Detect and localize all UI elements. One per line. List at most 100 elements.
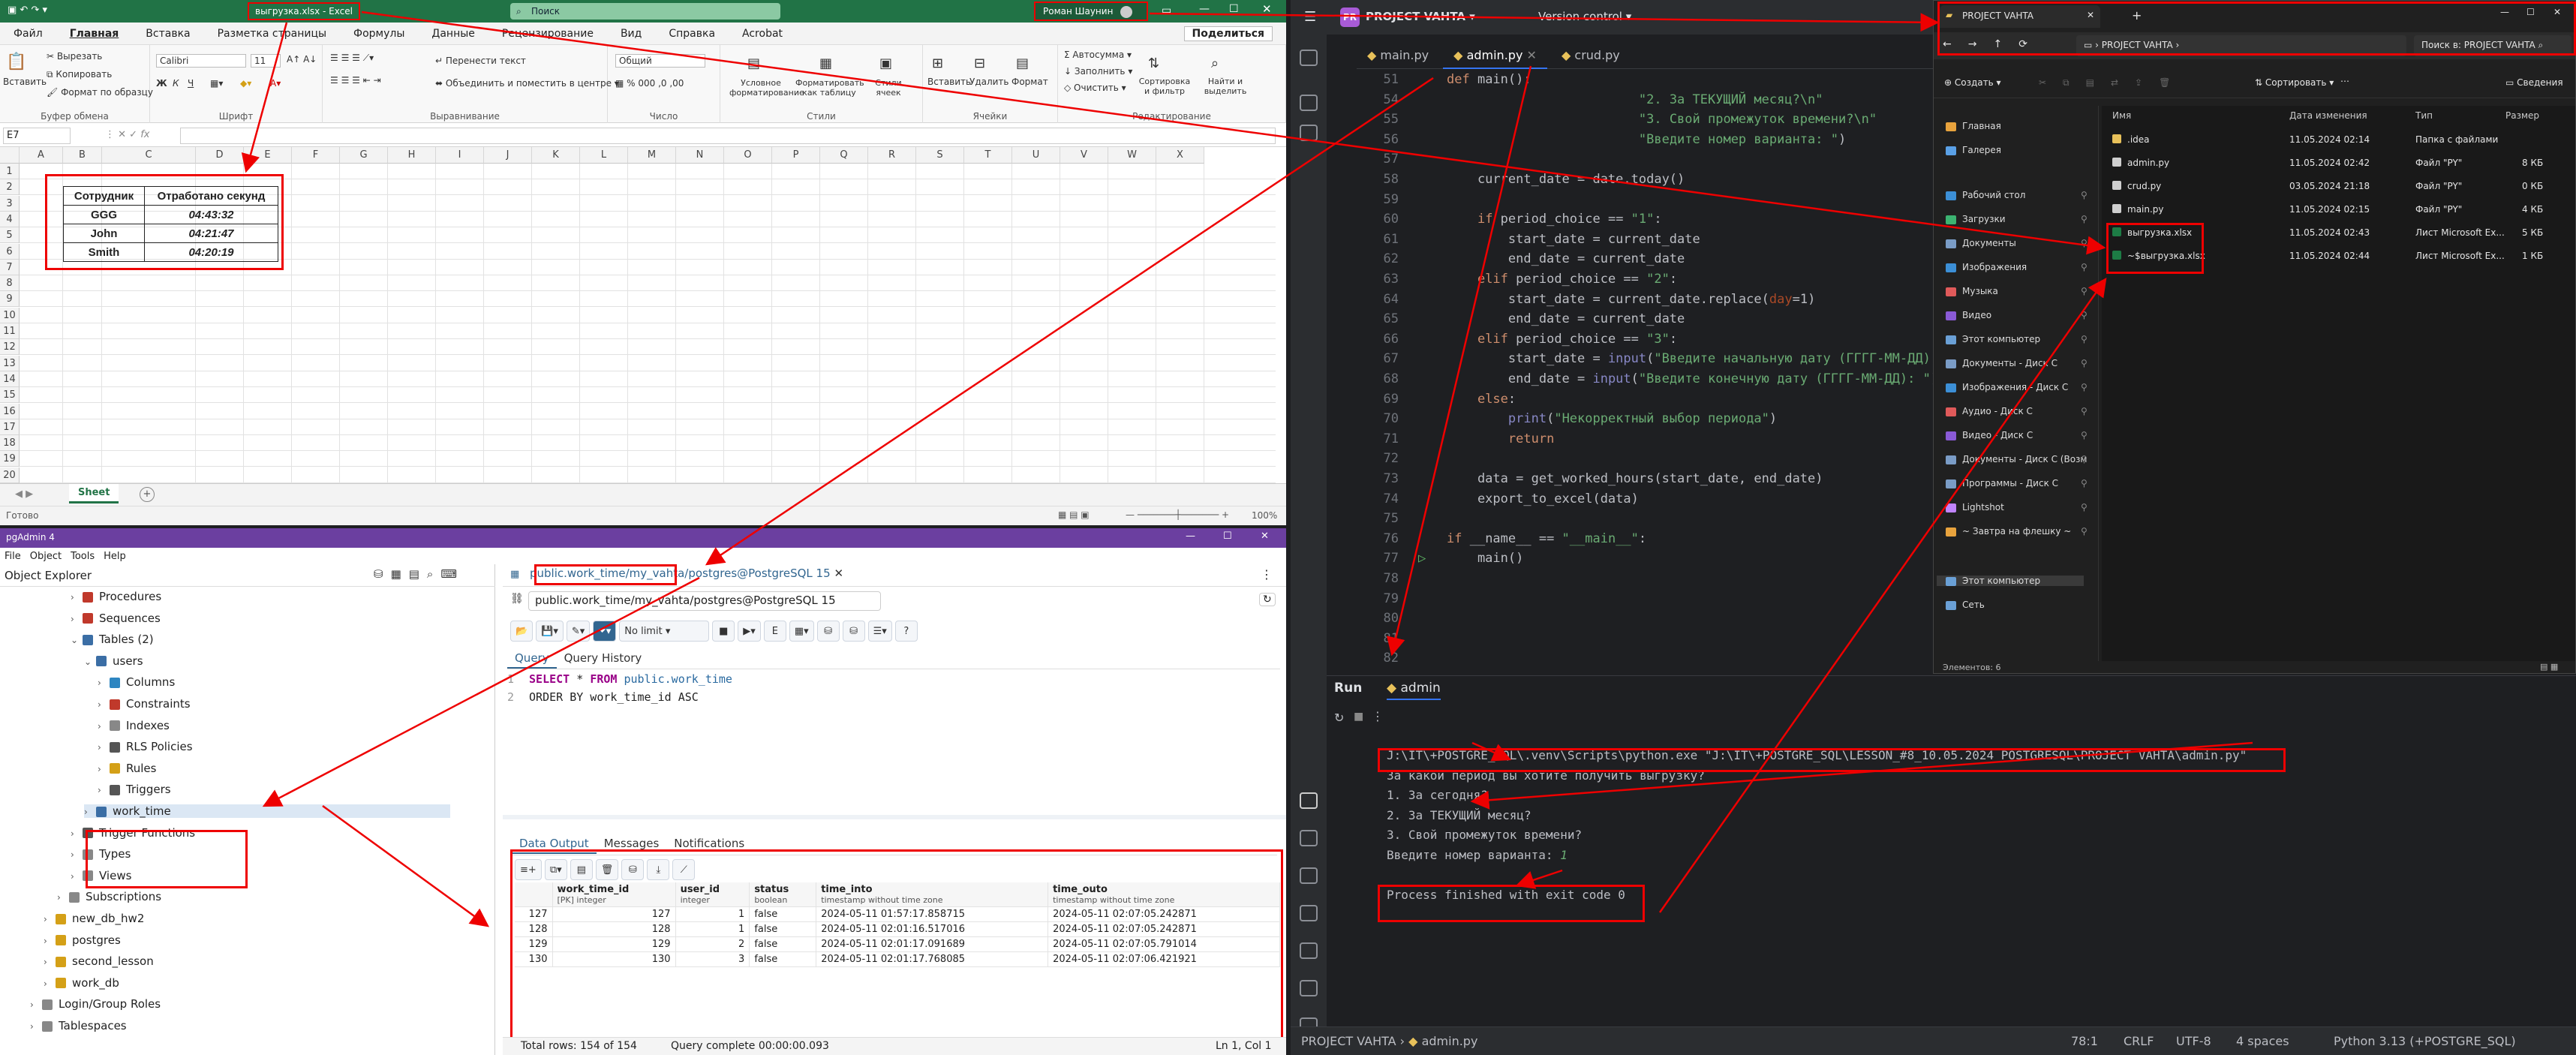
column-size[interactable]: Размер: [2505, 110, 2539, 121]
number-format-icons[interactable]: ▦ % 000 ,0 ,00: [615, 78, 684, 89]
execute-icon[interactable]: ▶▾: [738, 621, 761, 642]
more-tools-icon[interactable]: [1300, 125, 1318, 141]
column-header[interactable]: work_time_id [PK] integer: [552, 882, 676, 907]
close-icon[interactable]: ✕: [2553, 7, 2561, 17]
paste-icon[interactable]: 📋: [6, 53, 26, 71]
run-config-tab[interactable]: ◆ admin: [1387, 681, 1441, 700]
column-header[interactable]: E: [244, 147, 292, 164]
conditional-format-button[interactable]: Условное форматирование: [729, 78, 804, 98]
pin-icon[interactable]: ⚲: [2081, 214, 2088, 224]
tree-node[interactable]: › second_lesson: [44, 954, 154, 968]
code-line[interactable]: def main():: [1447, 72, 1531, 87]
spreadsheet-grid[interactable]: ABCDEFGHIJKLMNOPQRSTUVWX 1 2 3 4 5 6 7 8 9 10 11 12…: [0, 147, 1276, 483]
result-cell[interactable]: 2024-05-11 02:01:16.517016: [816, 921, 1049, 937]
expand-chevron-icon[interactable]: ›: [71, 871, 83, 882]
pin-icon[interactable]: ⚲: [2081, 406, 2088, 416]
row-number[interactable]: 127: [515, 906, 553, 922]
column-header[interactable]: T: [964, 147, 1012, 164]
details-button[interactable]: ▭ Сведения: [2505, 77, 2563, 88]
tree-node[interactable]: › Procedures: [71, 590, 161, 603]
excel-quick-access[interactable]: ▣ ↶ ↷ ▾: [8, 5, 47, 16]
main-menu-icon[interactable]: ☰: [1304, 9, 1316, 25]
terminal-icon[interactable]: [1300, 942, 1318, 959]
header-seconds[interactable]: Отработано секунд: [144, 186, 278, 206]
expand-chevron-icon[interactable]: ›: [44, 957, 56, 967]
column-header[interactable]: Q: [820, 147, 868, 164]
header-employee[interactable]: Сотрудник: [63, 186, 145, 206]
nav-item[interactable]: Музыка ⚲: [1946, 286, 2088, 296]
tree-node[interactable]: › Tablespaces: [30, 1019, 127, 1032]
tab-page-layout[interactable]: Разметка страницы: [218, 28, 326, 40]
employee-cell[interactable]: John: [63, 224, 145, 243]
result-cell[interactable]: false: [749, 936, 817, 952]
column-header[interactable]: I: [436, 147, 484, 164]
file-row[interactable]: .idea 11.05.2024 02:14 Папка с файлами: [2102, 128, 2575, 151]
formula-buttons[interactable]: ⋮ ✕ ✓ fx: [105, 129, 149, 140]
clipboard-actions-icons[interactable]: ✂⧉▤⇄⇪🗑: [2039, 77, 2187, 89]
employee-cell[interactable]: GGG: [63, 205, 145, 224]
bold-icon[interactable]: Ж: [156, 78, 167, 89]
column-header[interactable]: K: [532, 147, 580, 164]
fill-color-icon[interactable]: ◆▾: [240, 78, 251, 89]
run-console[interactable]: J:\IT\+POSTGRE_SQL\.venv\Scripts\python.…: [1387, 748, 2576, 907]
column-header[interactable]: D: [196, 147, 244, 164]
name-box[interactable]: E7: [3, 128, 71, 144]
nav-item[interactable]: Главная: [1946, 121, 2001, 131]
explorer-tab[interactable]: ▰ PROJECT VAHTA ✕: [1940, 5, 2100, 28]
edit-icon[interactable]: ✎▾: [566, 621, 591, 642]
result-cell[interactable]: 2024-05-11 02:07:05.242871: [1048, 906, 1280, 922]
expand-chevron-icon[interactable]: ›: [71, 614, 83, 624]
nav-item[interactable]: Галерея: [1946, 145, 2001, 155]
menu-tools[interactable]: Tools: [71, 551, 95, 562]
expand-chevron-icon[interactable]: ›: [98, 721, 110, 732]
column-header[interactable]: time_outo timestamp without time zone: [1048, 882, 1280, 907]
tree-node[interactable]: › Trigger Functions: [71, 826, 195, 840]
fill-button[interactable]: ↓ Заполнить ▾: [1064, 66, 1132, 77]
row-header[interactable]: 4: [0, 211, 20, 227]
code-line[interactable]: end_date = current_date: [1447, 251, 1685, 266]
seconds-cell[interactable]: 04:43:32: [144, 205, 278, 224]
column-header[interactable]: J: [484, 147, 532, 164]
pin-icon[interactable]: ⚲: [2081, 382, 2088, 392]
sort-filter-button[interactable]: Сортировка и фильтр: [1136, 77, 1193, 96]
code-line[interactable]: "3. Свой промежуток времени?\n": [1447, 112, 1877, 127]
result-cell[interactable]: 2024-05-11 02:07:05.791014: [1048, 936, 1280, 952]
expand-chevron-icon[interactable]: ›: [98, 678, 110, 688]
help-icon[interactable]: ?: [894, 621, 918, 642]
pin-icon[interactable]: ⚲: [2081, 502, 2088, 512]
row-number[interactable]: 128: [515, 921, 553, 937]
tab-home[interactable]: Главная: [70, 28, 119, 40]
tree-node[interactable]: › work_time: [84, 804, 450, 818]
merge-center-button[interactable]: ⬌ Объединить и поместить в центре ▾: [435, 78, 619, 89]
create-button[interactable]: ⊕ Создать ▾: [1944, 77, 2001, 88]
nav-item[interactable]: Документы ⚲: [1946, 238, 2088, 248]
save-icon[interactable]: 💾▾: [536, 621, 564, 642]
ribbon-display-icon[interactable]: ▭: [1162, 5, 1171, 17]
interpreter[interactable]: Python 3.13 (+POSTGRE_SQL): [2334, 1034, 2516, 1048]
tree-node[interactable]: › postgres: [44, 933, 121, 947]
add-row-icon[interactable]: ≡+: [515, 859, 542, 880]
file-encoding[interactable]: UTF-8: [2176, 1034, 2211, 1048]
tree-node[interactable]: › Subscriptions: [57, 890, 161, 903]
tab-file[interactable]: Файл: [14, 28, 43, 40]
tab-help[interactable]: Справка: [669, 28, 715, 40]
close-tab-icon[interactable]: ✕: [1527, 48, 1537, 62]
code-line[interactable]: start_date = current_date.replace(day=1): [1447, 292, 1815, 307]
maximize-icon[interactable]: ☐: [2526, 7, 2535, 17]
clear-button[interactable]: ◇ Очистить ▾: [1064, 83, 1126, 93]
close-icon[interactable]: ✕: [1262, 2, 1272, 16]
nav-item[interactable]: Изображения - Диск С ⚲: [1946, 382, 2088, 392]
result-cell[interactable]: false: [749, 951, 817, 967]
tree-node[interactable]: › Triggers: [98, 783, 171, 796]
project-icon[interactable]: [1300, 50, 1318, 66]
row-header[interactable]: 8: [0, 275, 20, 292]
tree-node[interactable]: › work_db: [44, 976, 119, 990]
close-tab-icon[interactable]: ✕: [2087, 10, 2094, 20]
row-header[interactable]: 13: [0, 355, 20, 371]
stop-icon[interactable]: ■: [712, 621, 735, 642]
caret-position[interactable]: 78:1: [2071, 1034, 2098, 1048]
explain-icon[interactable]: E: [763, 621, 786, 642]
row-header[interactable]: 2: [0, 179, 20, 196]
select-all-corner[interactable]: [0, 147, 20, 164]
tree-node[interactable]: › Views: [71, 869, 131, 882]
